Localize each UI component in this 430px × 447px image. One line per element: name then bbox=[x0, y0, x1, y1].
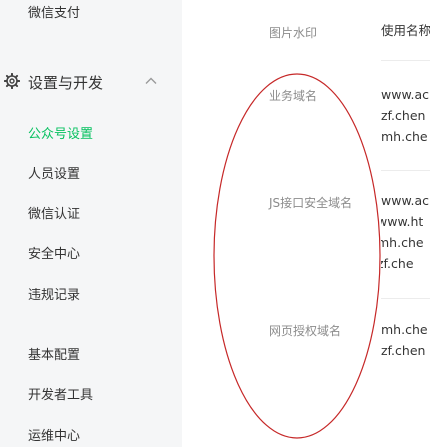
row-value: 使用名称 bbox=[381, 23, 430, 38]
sidebar-section-title: 设置与开发 bbox=[28, 74, 104, 92]
divider bbox=[381, 60, 430, 61]
sidebar-section-settings-dev[interactable]: 设置与开发 bbox=[0, 68, 182, 96]
sidebar-item-developer-tools[interactable]: 开发者工具 bbox=[28, 384, 93, 403]
gear-icon bbox=[4, 73, 20, 89]
sidebar-item-security-center[interactable]: 安全中心 bbox=[28, 243, 80, 262]
sidebar-item-wechat-pay[interactable]: 微信支付 bbox=[28, 2, 80, 21]
sidebar-item-wechat-verification[interactable]: 微信认证 bbox=[28, 203, 80, 222]
sidebar-item-staff-settings[interactable]: 人员设置 bbox=[28, 163, 80, 182]
chevron-up-icon[interactable] bbox=[144, 74, 158, 88]
row-value: zf.chen bbox=[381, 108, 426, 123]
row-value: mh.che bbox=[381, 129, 428, 144]
divider bbox=[381, 170, 430, 171]
row-label-business-domain: 业务域名 bbox=[269, 89, 318, 103]
row-value: mh.che bbox=[381, 322, 428, 337]
sidebar-item-ops-center[interactable]: 运维中心 bbox=[28, 425, 80, 444]
row-values-js-api-domain: www.ac www.ht mh.che zf.che bbox=[381, 190, 430, 274]
row-value: www.ac bbox=[381, 193, 430, 208]
row-value: zf.che bbox=[381, 256, 414, 271]
sidebar-item-violation-records[interactable]: 违规记录 bbox=[28, 284, 80, 303]
sidebar: 微信支付 设置与开发 公众号设置 人员设置 微信认证 安全中心 违规记录 基本配… bbox=[0, 0, 182, 447]
row-value: www.ht bbox=[381, 214, 424, 229]
row-values-image-watermark: 使用名称 bbox=[381, 20, 430, 41]
row-value: zf.chen bbox=[381, 343, 426, 358]
settings-panel: 图片水印 使用名称 业务域名 www.ac zf.chen mh.che JS接… bbox=[229, 0, 430, 447]
row-label-js-api-domain: JS接口安全域名 bbox=[269, 196, 353, 210]
row-label-image-watermark: 图片水印 bbox=[269, 26, 318, 40]
row-value: mh.che bbox=[381, 235, 424, 250]
row-values-oauth-domain: mh.che zf.chen bbox=[381, 319, 430, 361]
sidebar-item-account-settings[interactable]: 公众号设置 bbox=[28, 123, 93, 142]
divider bbox=[381, 298, 430, 299]
row-values-business-domain: www.ac zf.chen mh.che bbox=[381, 84, 430, 147]
row-value: www.ac bbox=[381, 87, 430, 102]
row-label-oauth-domain: 网页授权域名 bbox=[269, 324, 342, 338]
sidebar-item-basic-config[interactable]: 基本配置 bbox=[28, 344, 80, 363]
